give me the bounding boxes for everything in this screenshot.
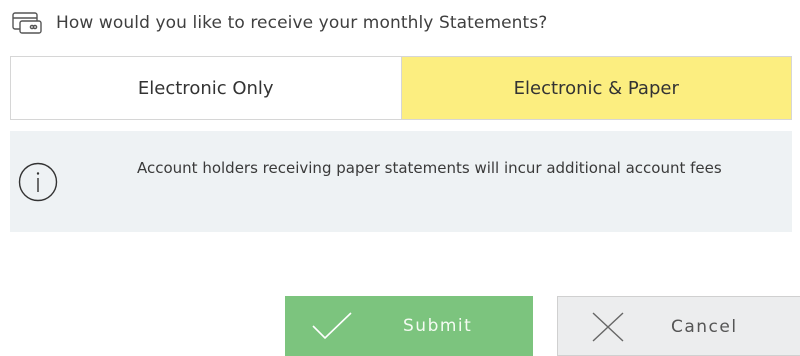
cancel-label: Cancel	[671, 317, 738, 337]
paper-fee-notice: Account holders receiving paper statemen…	[10, 131, 792, 232]
info-icon	[18, 162, 58, 202]
notice-text: Account holders receiving paper statemen…	[137, 159, 722, 177]
option-electronic-and-paper[interactable]: Electronic & Paper	[400, 57, 791, 119]
checkmark-icon	[309, 310, 355, 342]
cancel-button[interactable]: Cancel	[557, 296, 800, 356]
submit-button[interactable]: Submit	[285, 296, 533, 356]
question-text: How would you like to receive your month…	[56, 13, 548, 33]
submit-label: Submit	[403, 316, 473, 336]
statement-preference-form: How would you like to receive your month…	[0, 0, 800, 356]
option-electronic-only[interactable]: Electronic Only	[11, 57, 401, 119]
delivery-option-toggle: Electronic Only Electronic & Paper	[10, 56, 792, 120]
question-row: How would you like to receive your month…	[12, 8, 547, 38]
close-icon	[588, 311, 634, 343]
card-statement-icon	[12, 11, 48, 35]
